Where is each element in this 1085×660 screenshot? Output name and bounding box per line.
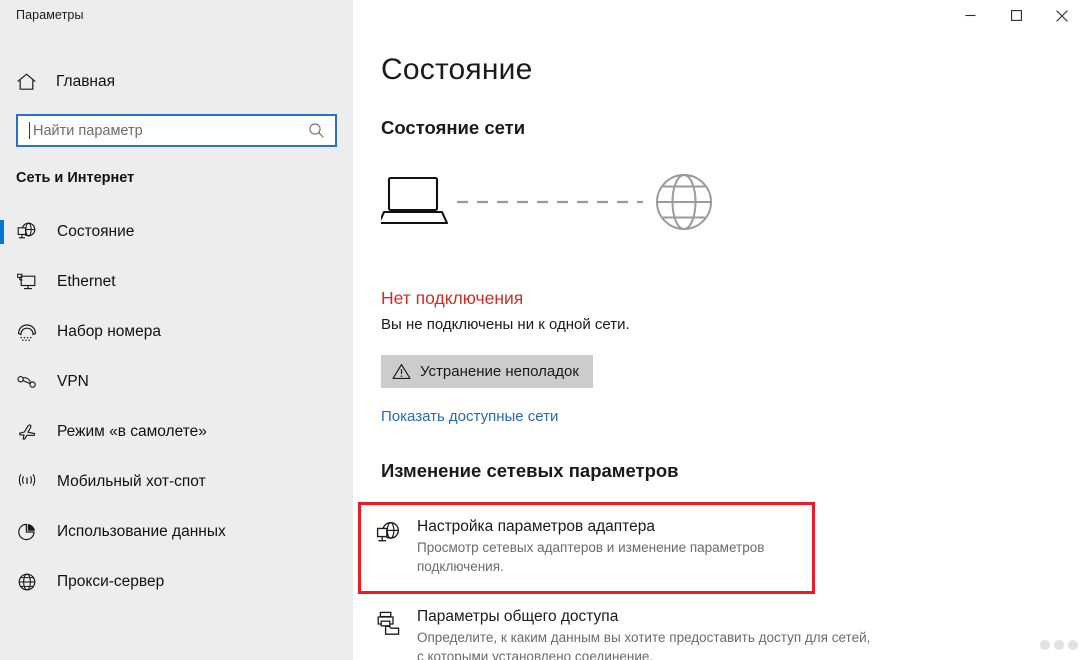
settings-window: Параметры Главная Найти параметр Сеть и …	[0, 0, 1085, 660]
sidebar: Главная Найти параметр Сеть и Интернет С…	[0, 0, 353, 660]
troubleshoot-label: Устранение неполадок	[420, 363, 579, 380]
setting-description: Просмотр сетевых адаптеров и изменение п…	[417, 540, 765, 575]
dial-up-phone-icon	[16, 321, 46, 343]
window-title: Параметры	[16, 8, 84, 22]
sidebar-item-label: Использование данных	[57, 523, 226, 540]
connection-description: Вы не подключены ни к одной сети.	[381, 316, 630, 333]
setting-text: Настройка параметров адаптера Просмотр с…	[417, 517, 805, 577]
laptop-icon	[377, 176, 449, 225]
indicator-dot	[1068, 640, 1078, 650]
hotspot-icon	[16, 471, 46, 493]
sidebar-item-home[interactable]: Главная	[0, 62, 353, 102]
sidebar-item-label: VPN	[57, 373, 89, 390]
setting-sharing-options[interactable]: Параметры общего доступа Определите, к к…	[375, 607, 875, 660]
sidebar-item-label: Состояние	[57, 223, 135, 240]
page-title: Состояние	[381, 53, 533, 86]
sidebar-item-label: Мобильный хот-спот	[57, 473, 206, 490]
globe-monitor-icon	[375, 517, 417, 547]
search-input[interactable]: Найти параметр	[16, 114, 337, 147]
globe-icon	[16, 571, 46, 593]
globe-icon	[656, 174, 712, 230]
sidebar-item-label: Ethernet	[57, 273, 116, 290]
show-available-networks-link[interactable]: Показать доступные сети	[381, 408, 558, 425]
sidebar-item-proxy[interactable]: Прокси-сервер	[0, 557, 353, 607]
home-label: Главная	[56, 73, 115, 90]
sidebar-item-status[interactable]: Состояние	[0, 207, 353, 257]
close-icon	[1056, 9, 1068, 22]
setting-adapter-options[interactable]: Настройка параметров адаптера Просмотр с…	[375, 517, 805, 577]
minimize-button[interactable]	[947, 0, 993, 31]
sidebar-item-ethernet[interactable]: Ethernet	[0, 257, 353, 307]
minimize-icon	[965, 14, 975, 17]
sidebar-nav-list: Состояние Ethernet Набор номера VPN Режи…	[0, 207, 353, 607]
vpn-key-icon	[16, 371, 46, 393]
printer-folder-share-icon	[375, 607, 417, 637]
search-placeholder: Найти параметр	[33, 122, 143, 139]
indicator-dot	[1040, 640, 1050, 650]
network-diagram	[377, 172, 721, 234]
pie-chart-icon	[16, 521, 46, 543]
sidebar-item-label: Режим «в самолете»	[57, 423, 207, 440]
monitor-network-icon	[16, 271, 46, 293]
warning-triangle-icon	[392, 363, 411, 380]
sidebar-item-dialup[interactable]: Набор номера	[0, 307, 353, 357]
sidebar-item-label: Набор номера	[57, 323, 161, 340]
connection-status: Нет подключения	[381, 288, 524, 308]
text-caret	[29, 122, 30, 139]
page-indicator-dots	[1040, 640, 1078, 650]
setting-description: Определите, к каким данным вы хотите пре…	[417, 630, 871, 660]
indicator-dot	[1054, 640, 1064, 650]
sidebar-group-title: Сеть и Интернет	[16, 170, 135, 186]
home-icon	[16, 72, 46, 92]
sidebar-item-mobile-hotspot[interactable]: Мобильный хот-спот	[0, 457, 353, 507]
setting-text: Параметры общего доступа Определите, к к…	[417, 607, 875, 660]
title-bar: Параметры	[0, 0, 1085, 32]
maximize-icon	[1010, 10, 1022, 21]
maximize-button[interactable]	[993, 0, 1039, 31]
setting-title: Настройка параметров адаптера	[417, 518, 655, 535]
troubleshoot-button[interactable]: Устранение неполадок	[381, 355, 593, 388]
airplane-icon	[16, 421, 46, 443]
network-status-heading: Состояние сети	[381, 117, 526, 138]
search-icon[interactable]	[308, 122, 325, 139]
close-button[interactable]	[1039, 0, 1085, 31]
sidebar-item-airplane-mode[interactable]: Режим «в самолете»	[0, 407, 353, 457]
sidebar-item-data-usage[interactable]: Использование данных	[0, 507, 353, 557]
main-content: Состояние Состояние сети Нет подключения…	[353, 0, 1085, 660]
setting-title: Параметры общего доступа	[417, 608, 619, 625]
sidebar-item-vpn[interactable]: VPN	[0, 357, 353, 407]
globe-monitor-icon	[16, 221, 46, 243]
window-controls	[947, 0, 1085, 31]
sidebar-item-label: Прокси-сервер	[57, 573, 165, 590]
change-settings-heading: Изменение сетевых параметров	[381, 460, 679, 481]
